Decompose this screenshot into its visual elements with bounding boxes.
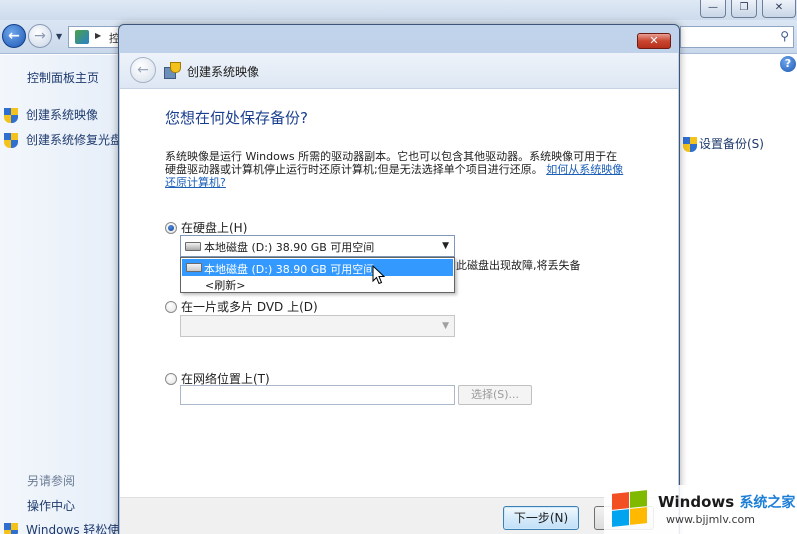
ease-of-access-link[interactable]: Windows 轻松使 [4,521,119,534]
search-icon[interactable]: ⚲ [780,29,789,43]
network-radio[interactable] [165,372,177,385]
chevron-down-icon[interactable]: ▼ [442,241,449,251]
select-network-button: 选择(S)... [458,385,532,405]
watermark-url: www.bjjmlv.com [666,513,755,526]
dvd-select: ▼ [180,315,455,337]
shield-icon [4,108,18,123]
breadcrumb-chevron-icon[interactable]: ▶ [95,31,101,40]
drive-icon [185,242,201,251]
setup-backup-link[interactable]: 设置备份(S) [683,135,764,152]
network-label: 在网络位置上(T) [181,372,270,386]
shield-icon [4,523,18,534]
hard-disk-dropdown-list: 本地磁盘 (D:) 38.90 GB 可用空间 <刷新> [180,257,455,293]
close-button[interactable]: ✕ [762,0,796,18]
drive-icon [186,263,202,272]
dropdown-option-label: 本地磁盘 (D:) 38.90 GB 可用空间 [204,263,375,276]
dialog-body: 您想在何处保存备份? 系统映像是运行 Windows 所需的驱动器副本。它也可以… [120,89,678,497]
setup-backup-label: 设置备份(S) [699,137,764,151]
sidebar-home-link[interactable]: 控制面板主页 [27,69,99,86]
mouse-cursor-icon [372,265,386,285]
hard-disk-selected-value: 本地磁盘 (D:) 38.90 GB 可用空间 [204,241,375,254]
watermark-brand-cn: 系统之家 [739,495,796,511]
sidebar: 控制面板主页 创建系统映像 创建系统修复光盘 另请参阅 操作中心 Windows… [0,55,122,534]
minimize-button[interactable]: — [700,0,726,18]
network-location-input [180,385,455,405]
hard-disk-radio[interactable] [165,221,177,234]
shield-icon [683,137,697,152]
dropdown-option-local-disk[interactable]: 本地磁盘 (D:) 38.90 GB 可用空间 [182,259,453,276]
shield-icon [4,133,18,148]
hard-disk-option[interactable]: 在硬盘上(H) [165,219,247,236]
dialog-header: ← 创建系统映像 [120,53,678,89]
action-center-link[interactable]: 操作中心 [27,497,75,514]
search-input[interactable]: ⚲ [680,26,794,48]
sidebar-item-label: 创建系统修复光盘 [26,133,123,147]
hard-disk-label: 在硬盘上(H) [181,221,248,235]
page-heading: 您想在何处保存备份? [165,109,308,127]
backup-app-icon [164,62,181,79]
see-also-heading: 另请参阅 [27,474,76,488]
dropdown-option-refresh[interactable]: <刷新> [205,277,245,293]
sidebar-item-create-image[interactable]: 创建系统映像 [4,106,98,123]
dialog-footer: 下一步(N) [120,497,678,534]
chevron-down-icon: ▼ [442,321,449,331]
disk-warning-text: 此磁盘出现故障,将丢失备 [456,259,581,272]
create-system-image-dialog: ✕ ← 创建系统映像 您想在何处保存备份? 系统映像是运行 Windows 所需… [118,24,680,534]
next-button[interactable]: 下一步(N) [503,506,579,530]
forward-arrow-icon[interactable]: → [28,24,52,48]
dvd-radio[interactable] [165,300,177,313]
sidebar-item-create-repair-disc[interactable]: 创建系统修复光盘 [4,131,122,148]
watermark-brand: Windows 系统之家 [658,492,795,512]
maximize-button[interactable]: ❐ [731,0,757,18]
back-arrow-icon[interactable]: ← [2,24,26,48]
control-panel-icon [75,30,89,44]
description-text: 系统映像是运行 Windows 所需的驱动器副本。它也可以包含其他驱动器。系统映… [165,150,625,189]
sidebar-item-label: 创建系统映像 [26,108,99,122]
windows-logo-icon [608,489,650,529]
dialog-title: 创建系统映像 [187,65,260,79]
window-titlebar: — ❐ ✕ [0,0,797,20]
ease-of-access-label: Windows 轻松使 [26,523,120,534]
dvd-label: 在一片或多片 DVD 上(D) [181,300,318,314]
watermark-brand-en: Windows [658,493,735,511]
recent-pages-chevron-icon[interactable]: ▼ [56,32,62,41]
help-icon[interactable]: ? [780,56,796,72]
dialog-close-button[interactable]: ✕ [637,33,671,49]
dvd-option[interactable]: 在一片或多片 DVD 上(D) [165,298,318,315]
hard-disk-select[interactable]: 本地磁盘 (D:) 38.90 GB 可用空间 ▼ [180,235,455,257]
back-arrow-icon[interactable]: ← [130,57,156,83]
watermark: Windows 系统之家 www.bjjmlv.com [604,485,797,534]
